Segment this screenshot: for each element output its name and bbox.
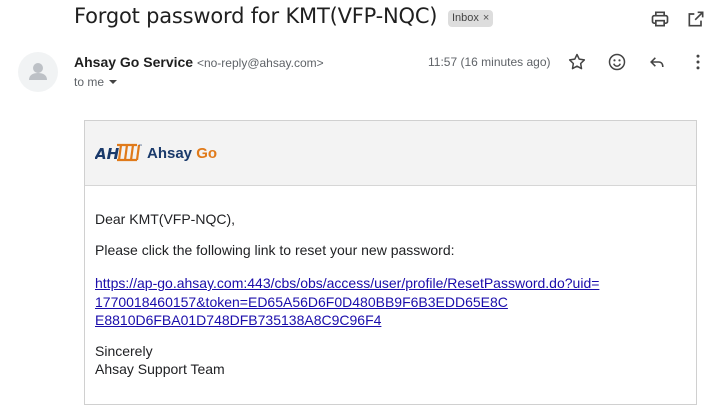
logo-mark-letters: AH [95, 145, 120, 163]
email-content: AH ™ Ahsay Go Dear KMT(VFP-NQC), Please … [84, 120, 697, 405]
star-icon[interactable] [567, 52, 587, 72]
default-avatar-icon [29, 63, 47, 80]
reset-link-line-1[interactable]: https://ap-go.ahsay.com:443/cbs/obs/acce… [95, 274, 599, 293]
ahsay-go-logo: AH ™ Ahsay Go [95, 142, 217, 164]
open-in-new-window-icon[interactable] [686, 9, 706, 29]
greeting: Dear KMT(VFP-NQC), [95, 211, 235, 227]
reset-link-line-2[interactable]: 1770018460157&token=ED65A56D6F0D480BB9F6… [95, 293, 599, 312]
remove-label-icon[interactable]: × [483, 10, 489, 27]
logo-brand-go: Go [196, 144, 218, 162]
recipient-label: to me [74, 75, 105, 89]
reply-icon[interactable] [647, 52, 667, 72]
print-icon[interactable] [650, 9, 670, 29]
logo-trademark: ™ [138, 144, 143, 150]
sender-line: Ahsay Go Service <no-reply@ahsay.com> [74, 54, 324, 70]
inbox-label-text: Inbox [452, 12, 479, 24]
signature: Ahsay Support Team [95, 361, 225, 377]
recipient-details-toggle[interactable]: to me [74, 75, 118, 89]
signoff: Sincerely [95, 343, 153, 359]
reset-link-line-3[interactable]: E8810D6FBA01D748DFB735138A8C9C96F4 [95, 311, 599, 330]
reset-password-link[interactable]: https://ap-go.ahsay.com:443/cbs/obs/acce… [95, 274, 599, 330]
emoji-icon[interactable] [607, 52, 627, 72]
avatar[interactable] [18, 52, 58, 92]
sender-address: <no-reply@ahsay.com> [196, 56, 324, 70]
logo-brand-text: Ahsay Go [147, 145, 217, 162]
email-banner: AH ™ Ahsay Go [85, 121, 696, 186]
ahsay-logo-mark: AH ™ [95, 143, 143, 163]
chevron-down-icon [109, 80, 118, 84]
logo-brand-ahsay: Ahsay [147, 144, 193, 162]
email-timestamp: 11:57 (16 minutes ago) [428, 55, 551, 69]
instruction-text: Please click the following link to reset… [95, 242, 455, 258]
sender-name[interactable]: Ahsay Go Service [74, 54, 193, 70]
email-subject: Forgot password for KMT(VFP-NQC) [74, 4, 438, 28]
inbox-label-chip[interactable]: Inbox × [448, 10, 494, 27]
more-vert-icon[interactable] [688, 52, 708, 72]
